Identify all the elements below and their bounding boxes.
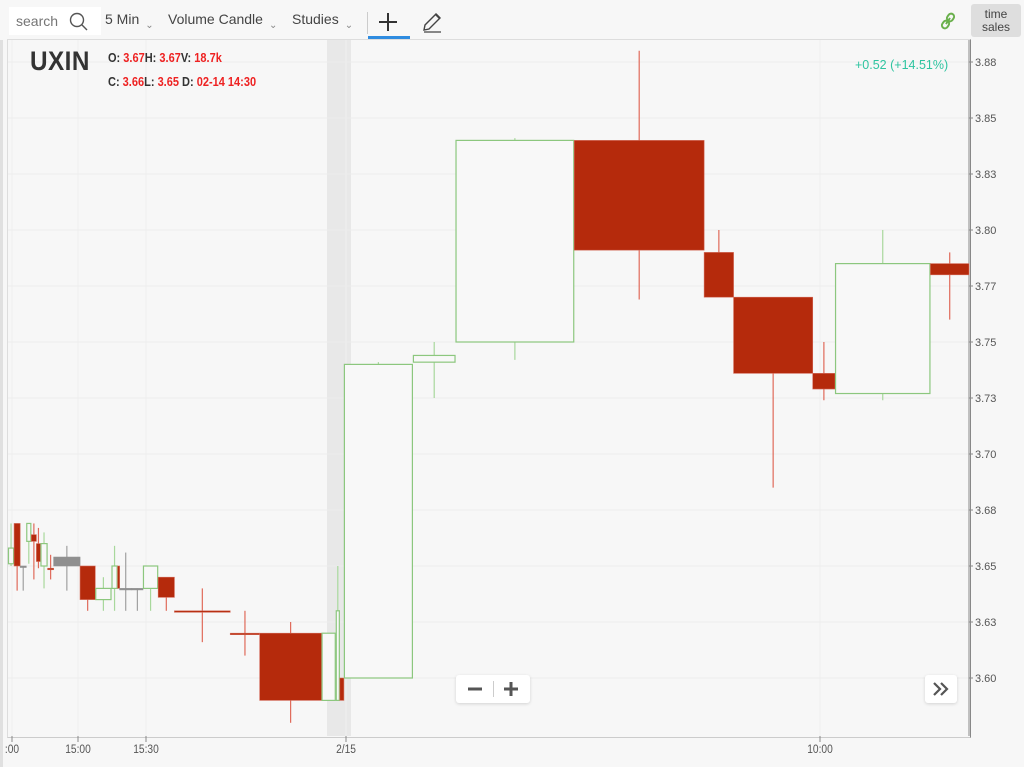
ohlc-row-1: O: 3.67H: 3.67V: 18.7k — [108, 51, 222, 65]
candle-body-down — [47, 567, 54, 571]
candle-body-down — [339, 677, 345, 701]
y-tick-label: 3.83 — [975, 169, 996, 181]
zoom-in-button[interactable] — [494, 675, 530, 703]
y-tick-label: 3.63 — [975, 617, 996, 629]
candle-body-down — [930, 263, 970, 276]
candle-body-up — [834, 263, 931, 395]
x-tick-label: :00 — [5, 743, 19, 756]
y-tick-label: 3.65 — [975, 561, 996, 573]
candle-body-flat — [19, 565, 27, 568]
y-tick-label: 3.77 — [975, 281, 996, 293]
open-label: O: — [108, 51, 121, 65]
symbol-label: UXIN — [30, 46, 90, 76]
x-tick-label: 10:00 — [807, 743, 833, 756]
candle-body-down — [229, 632, 260, 636]
close-value: 3.66 — [122, 75, 145, 89]
candle-body-down — [259, 632, 322, 701]
candle-body-down — [733, 296, 814, 374]
candle-body-up — [335, 610, 340, 701]
y-tick-label: 3.85 — [975, 113, 996, 125]
price-change: +0.52 (+14.51%) — [855, 58, 949, 72]
minus-icon — [468, 687, 482, 691]
candle-body-up — [321, 632, 336, 702]
candlestick-chart[interactable]: 3.88 3.85 3.83 3.80 3.77 3.75 3.73 3.70 3.68 3.65… — [0, 0, 1024, 767]
x-tick-label: 2/15 — [336, 743, 356, 756]
high-label: H: — [144, 51, 157, 65]
candle-body-down — [174, 610, 231, 613]
low-label: L: — [144, 75, 155, 89]
plus-icon — [504, 682, 518, 696]
candle-body-down — [157, 576, 175, 598]
zoom-control — [456, 675, 530, 703]
y-tick-label: 3.68 — [975, 505, 996, 517]
candle-body-up — [95, 587, 112, 601]
candle-body-down — [79, 565, 96, 600]
ohlc-row-2: C: 3.66L: 3.65 D: 02-14 14:30 — [108, 75, 256, 89]
x-tick-label: 15:30 — [133, 743, 159, 756]
candle-body-up — [7, 547, 15, 565]
volume-label: V: — [180, 51, 192, 65]
candle-body-down — [573, 140, 705, 251]
candle-body-up — [26, 522, 32, 542]
candle-body-up — [343, 363, 413, 679]
candle-body-down — [812, 373, 836, 390]
candle-body-up — [142, 565, 159, 589]
candle-body-flat — [119, 588, 133, 591]
low-value: 3.65 — [157, 75, 179, 89]
candle-body-down — [36, 543, 41, 562]
candle-body-up — [455, 139, 575, 343]
candle-body-up — [111, 565, 118, 589]
y-tick-label: 3.70 — [975, 449, 996, 461]
x-tick-label: 15:00 — [65, 743, 91, 756]
candle-body-down — [117, 565, 120, 589]
y-tick-label: 3.80 — [975, 225, 996, 237]
candle-body-down — [13, 523, 21, 567]
y-tick-label: 3.60 — [975, 673, 996, 685]
candle-body-down — [703, 252, 734, 298]
candle-body-down — [31, 534, 37, 542]
open-value: 3.67 — [123, 51, 145, 65]
high-value: 3.67 — [159, 51, 181, 65]
y-tick-label: 3.73 — [975, 393, 996, 405]
volume-value: 18.7k — [194, 51, 222, 65]
candle-body-flat — [131, 588, 144, 591]
y-tick-label: 3.88 — [975, 57, 996, 69]
date-value: 02-14 14:30 — [196, 75, 257, 89]
candle-body-up — [412, 354, 456, 363]
candle-body-flat — [53, 556, 81, 567]
double-chevron-right-icon — [933, 682, 949, 696]
date-label: D: — [182, 75, 194, 89]
candle-body-up — [40, 542, 48, 567]
close-label: C: — [108, 75, 120, 89]
scroll-to-latest-button[interactable] — [925, 675, 957, 703]
y-tick-label: 3.75 — [975, 337, 996, 349]
zoom-out-button[interactable] — [456, 675, 492, 703]
